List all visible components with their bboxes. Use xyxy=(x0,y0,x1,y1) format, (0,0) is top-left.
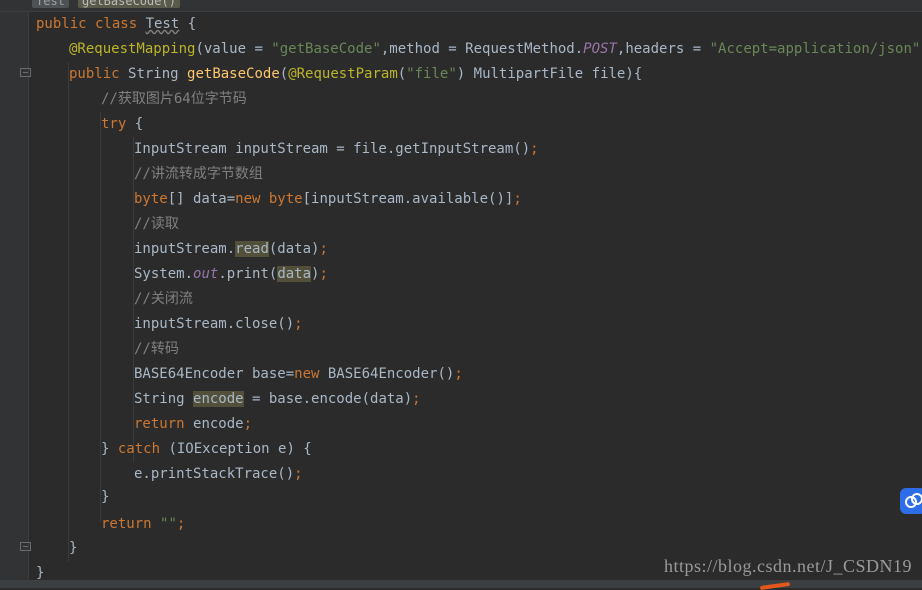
code-line-2: @RequestMapping(value = "getBaseCode",me… xyxy=(69,41,922,57)
code-line-10: inputStream.read(data); xyxy=(134,241,328,257)
breadcrumb-item-class[interactable]: Test xyxy=(32,0,69,8)
code-line-8: byte[] data=new byte[inputStream.availab… xyxy=(134,191,522,207)
code-line-5: try { xyxy=(101,116,144,132)
fold-end-icon[interactable] xyxy=(20,542,31,551)
code-line-14: //转码 xyxy=(134,341,179,357)
breadcrumb: Test getBaseCode() xyxy=(0,0,922,12)
fold-method-icon[interactable] xyxy=(20,68,31,77)
code-line-9: //读取 xyxy=(134,216,179,232)
watermark-text: https://blog.csdn.net/J_CSDN19 xyxy=(663,556,912,576)
editor-gutter xyxy=(0,12,31,588)
breadcrumb-item-method[interactable]: getBaseCode() xyxy=(78,0,180,8)
code-line-3: public String getBaseCode(@RequestParam(… xyxy=(69,66,643,82)
code-line-1: public class Test { xyxy=(36,16,197,32)
code-line-22: } xyxy=(69,540,78,556)
code-line-4: //获取图片64位字节码 xyxy=(101,91,247,107)
code-line-6: InputStream inputStream = file.getInputS… xyxy=(134,141,539,157)
code-line-18: } catch (IOException e) { xyxy=(101,441,312,457)
code-line-12: //关闭流 xyxy=(134,291,193,307)
code-line-11: System.out.print(data); xyxy=(134,266,328,282)
code-line-19: e.printStackTrace(); xyxy=(134,466,303,482)
code-line-13: inputStream.close(); xyxy=(134,316,303,332)
code-line-16: String encode = base.encode(data); xyxy=(134,391,421,407)
code-line-20: } xyxy=(101,489,110,505)
floating-assistant-icon[interactable] xyxy=(900,488,922,514)
code-line-7: //讲流转成字节数组 xyxy=(134,166,263,182)
code-line-21: return ""; xyxy=(101,516,186,532)
indent-guide xyxy=(68,62,69,562)
code-line-15: BASE64Encoder base=new BASE64Encoder(); xyxy=(134,366,463,382)
code-line-17: return encode; xyxy=(134,416,253,432)
